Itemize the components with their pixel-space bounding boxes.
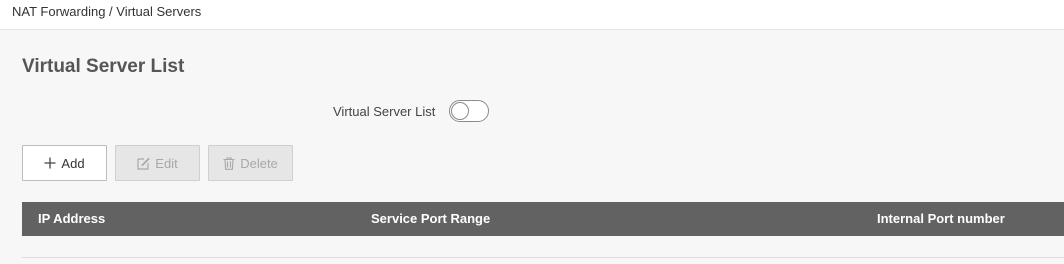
delete-button[interactable]: Delete <box>208 145 293 181</box>
edit-button-label: Edit <box>155 155 178 171</box>
column-header-ip-address[interactable]: IP Address <box>38 211 105 226</box>
breadcrumb-bar: NAT Forwarding / Virtual Servers <box>0 0 1064 30</box>
edit-button[interactable]: Edit <box>115 145 200 181</box>
toggle-label: Virtual Server List <box>333 103 436 119</box>
add-button-label: Add <box>61 155 85 171</box>
trash-icon <box>223 156 235 170</box>
delete-button-label: Delete <box>240 155 278 171</box>
toggle-knob <box>451 102 470 120</box>
virtual-server-toggle[interactable] <box>449 100 490 122</box>
edit-icon <box>137 157 151 170</box>
column-header-internal-port-number[interactable]: Internal Port number <box>877 211 1005 226</box>
table-bottom-divider <box>22 257 1064 258</box>
column-header-service-port-range[interactable]: Service Port Range <box>371 211 490 226</box>
breadcrumb: NAT Forwarding / Virtual Servers <box>12 4 202 19</box>
add-button[interactable]: Add <box>22 145 107 181</box>
page-title: Virtual Server List <box>22 56 185 77</box>
plus-icon <box>44 157 56 169</box>
virtual-server-toggle-row: Virtual Server List <box>333 100 490 122</box>
table-header: IP Address Service Port Range Internal P… <box>22 202 1064 236</box>
